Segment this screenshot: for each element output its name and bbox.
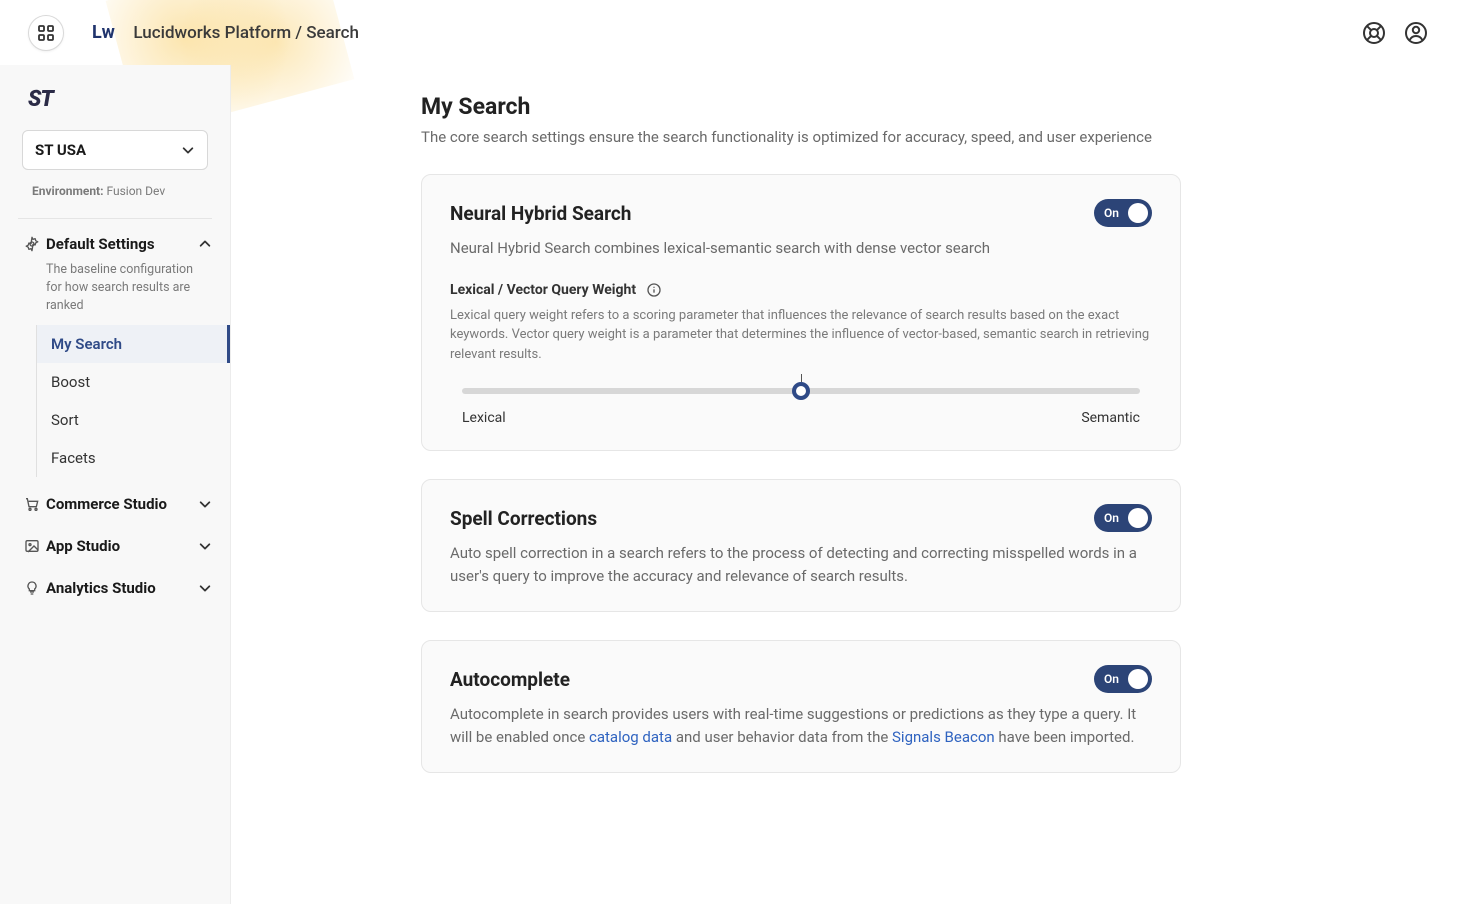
chevron-down-icon: [181, 143, 195, 157]
card-spell-corrections: Spell Corrections On Auto spell correcti…: [421, 479, 1181, 612]
sidebar-item-my-search[interactable]: My Search: [37, 325, 230, 363]
toggle-label: On: [1104, 511, 1119, 525]
apps-launcher-button[interactable]: [28, 15, 64, 51]
toggle-knob: [1128, 669, 1148, 689]
chevron-down-icon: [198, 539, 212, 553]
chevron-down-icon: [198, 497, 212, 511]
toggle-label: On: [1104, 206, 1119, 220]
nav-closed-label: Analytics Studio: [46, 579, 198, 597]
page-title: My Search: [421, 93, 1404, 120]
page-subtitle: The core search settings ensure the sear…: [421, 128, 1404, 146]
gear-icon: [24, 236, 46, 252]
nav-closed-label: Commerce Studio: [46, 495, 198, 513]
nav-section-default-settings[interactable]: Default Settings: [0, 227, 230, 259]
nav-section-analytics-studio[interactable]: Analytics Studio: [0, 567, 230, 609]
toggle-autocomplete[interactable]: On: [1094, 665, 1152, 693]
slider-right-label: Semantic: [1081, 410, 1140, 426]
card-title: Spell Corrections: [450, 507, 1094, 530]
toggle-spell-corrections[interactable]: On: [1094, 504, 1152, 532]
customer-brand-logo: ST: [28, 87, 230, 112]
card-desc: Auto spell correction in a search refers…: [450, 542, 1152, 587]
help-button[interactable]: [1358, 17, 1390, 49]
toggle-knob: [1128, 508, 1148, 528]
card-autocomplete: Autocomplete On Autocomplete in search p…: [421, 640, 1181, 773]
nav-section-desc: The baseline configuration for how searc…: [0, 259, 230, 325]
sidebar-item-sort[interactable]: Sort: [37, 401, 230, 439]
card-title: Neural Hybrid Search: [450, 202, 1094, 225]
cart-icon: [24, 496, 46, 512]
divider: [18, 218, 212, 219]
card-title: Autocomplete: [450, 668, 1094, 691]
toggle-label: On: [1104, 672, 1119, 686]
user-circle-icon: [1404, 21, 1428, 45]
slider-help-text: Lexical query weight refers to a scoring…: [450, 306, 1152, 365]
region-selector[interactable]: ST USA: [22, 130, 208, 170]
card-neural-hybrid-search: Neural Hybrid Search On Neural Hybrid Se…: [421, 174, 1181, 451]
slider-title: Lexical / Vector Query Weight: [450, 282, 636, 298]
environment-indicator: Environment: Fusion Dev: [32, 184, 208, 198]
breadcrumb: Lucidworks Platform / Search: [133, 23, 359, 43]
sidebar-item-facets[interactable]: Facets: [37, 439, 230, 477]
chevron-up-icon: [198, 237, 212, 251]
chevron-down-icon: [198, 581, 212, 595]
region-selected-value: ST USA: [35, 141, 86, 159]
user-account-button[interactable]: [1400, 17, 1432, 49]
slider-thumb[interactable]: [792, 382, 810, 400]
slider-left-label: Lexical: [462, 410, 506, 426]
nav-section-label: Default Settings: [46, 235, 198, 253]
card-desc: Autocomplete in search provides users wi…: [450, 703, 1152, 748]
apps-grid-icon: [38, 25, 54, 41]
lifebuoy-icon: [1362, 21, 1386, 45]
sidebar: ST ST USA Environment: Fusion Dev Defaul…: [0, 65, 231, 904]
nav-section-commerce-studio[interactable]: Commerce Studio: [0, 483, 230, 525]
link-signals-beacon[interactable]: Signals Beacon: [892, 728, 995, 746]
slider-center-tick: [801, 374, 802, 382]
image-icon: [24, 538, 46, 554]
product-logo: Lw: [92, 22, 115, 43]
weight-slider[interactable]: [462, 388, 1140, 394]
link-catalog-data[interactable]: catalog data: [589, 728, 672, 746]
card-desc: Neural Hybrid Search combines lexical-se…: [450, 237, 1152, 260]
nav-closed-label: App Studio: [46, 537, 198, 555]
toggle-knob: [1128, 203, 1148, 223]
toggle-neural-hybrid[interactable]: On: [1094, 199, 1152, 227]
sidebar-item-boost[interactable]: Boost: [37, 363, 230, 401]
info-icon[interactable]: [646, 282, 662, 298]
nav-section-app-studio[interactable]: App Studio: [0, 525, 230, 567]
lightbulb-icon: [24, 580, 46, 596]
